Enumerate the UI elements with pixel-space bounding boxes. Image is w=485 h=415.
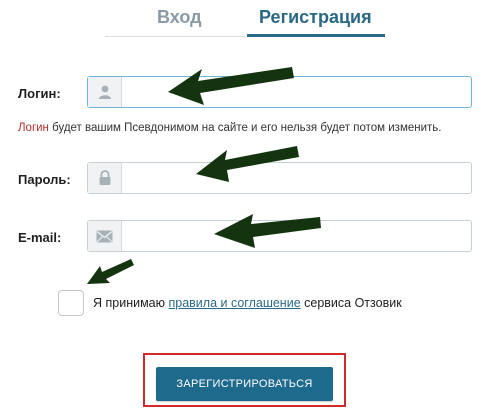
annotation-arrow-checkbox (87, 259, 134, 284)
tab-register[interactable]: Регистрация (259, 7, 372, 28)
auth-tabs: Вход Регистрация (105, 0, 385, 40)
login-hint: Логин будет вашим Псевдонимом на сайте и… (18, 122, 441, 134)
register-button[interactable]: ЗАРЕГИСТРИРОВАТЬСЯ (156, 367, 333, 401)
email-label: E-mail: (18, 230, 62, 245)
email-input[interactable] (122, 221, 470, 251)
agreement-suffix: сервиса Отзовик (300, 296, 402, 310)
agreement-rules-link[interactable]: правила и соглашение (168, 296, 300, 310)
password-label: Пароль: (18, 172, 71, 187)
agreement-prefix: Я принимаю (93, 296, 169, 310)
login-hint-strong: Логин (18, 122, 49, 134)
login-field (87, 76, 472, 108)
agreement-text: Я принимаю правила и соглашение сервиса … (93, 296, 402, 310)
envelope-icon (88, 221, 122, 251)
agreement-checkbox[interactable] (58, 290, 84, 316)
tab-divider (105, 36, 245, 37)
password-field (87, 162, 472, 194)
active-tab-indicator (247, 34, 385, 37)
login-input[interactable] (122, 77, 470, 107)
password-input[interactable] (122, 163, 470, 193)
tab-login[interactable]: Вход (157, 7, 202, 28)
user-icon (88, 77, 122, 107)
lock-icon (88, 163, 122, 193)
email-field (87, 220, 472, 252)
login-label: Логин: (18, 86, 61, 101)
login-hint-text: будет вашим Псевдонимом на сайте и его н… (48, 122, 442, 134)
